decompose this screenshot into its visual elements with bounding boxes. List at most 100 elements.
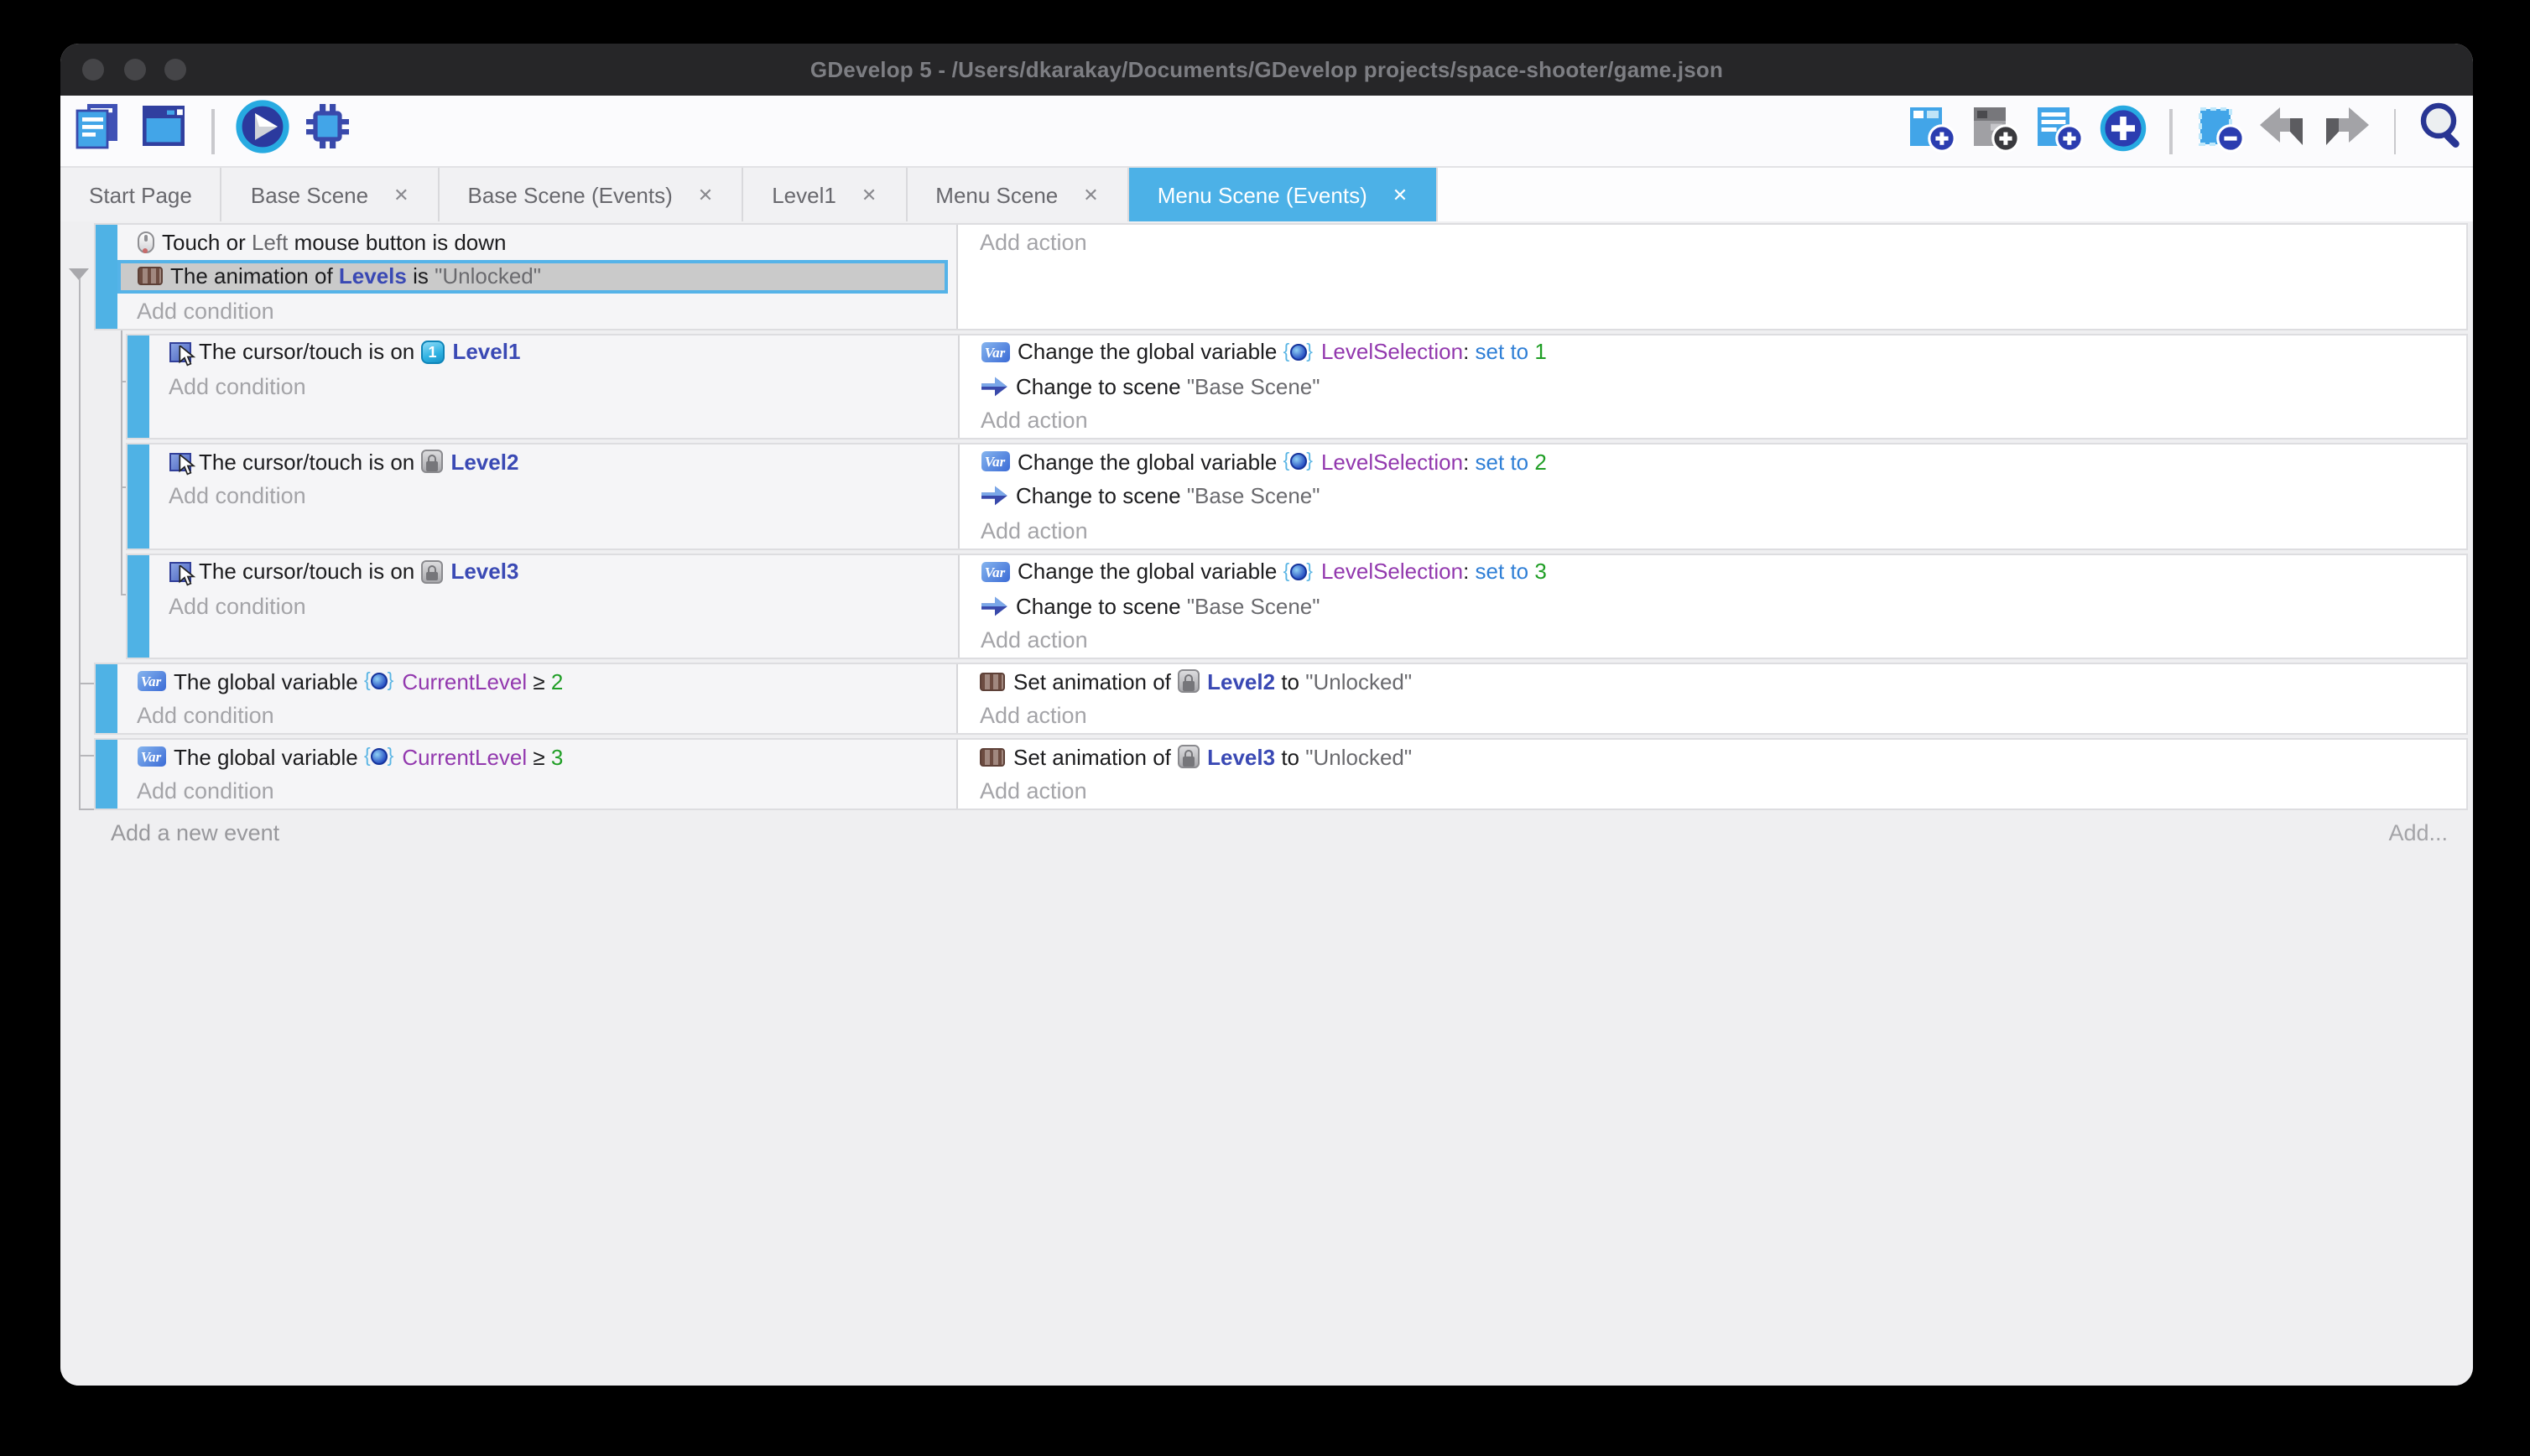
add-action-button[interactable]: Add action <box>959 403 2466 438</box>
text-segment: The global variable <box>174 745 364 770</box>
toolbar-right-group <box>1903 96 2471 168</box>
project-manager-button[interactable] <box>69 101 126 161</box>
condition-row[interactable]: The cursor/touch is on Level2 <box>148 445 957 479</box>
close-tab-icon[interactable]: ✕ <box>1083 184 1098 205</box>
add-new-event-button[interactable]: Add a new event <box>111 819 279 845</box>
add-condition-button[interactable]: Add condition <box>148 589 957 623</box>
tab-level1[interactable]: Level1✕ <box>743 168 907 221</box>
add-event-button[interactable] <box>1903 101 1960 162</box>
tab-base-scene[interactable]: Base Scene ✕ <box>222 168 440 221</box>
text-segment: 1 <box>1534 340 1546 365</box>
event-color-bar[interactable] <box>96 664 117 733</box>
undo-icon <box>2255 101 2310 162</box>
close-tab-icon[interactable]: ✕ <box>862 184 877 205</box>
redo-button[interactable] <box>2318 101 2375 162</box>
var-icon: Var <box>981 452 1009 472</box>
event-block: The cursor/touch is on 1Level1Add condit… <box>126 333 2468 439</box>
event-color-bar[interactable] <box>96 225 117 328</box>
tab-menu-scene[interactable]: Menu Scene✕ <box>907 168 1128 221</box>
text-segment: "Base Scene" <box>1187 484 1320 509</box>
text-segment: 3 <box>1534 559 1546 585</box>
add-comment-icon <box>2032 101 2085 162</box>
search-icon <box>2414 99 2471 164</box>
add-condition-button[interactable]: Add condition <box>148 479 957 513</box>
actions-cell: Set animation of Level2 to "Unlocked"Add… <box>958 664 2466 733</box>
actions-cell: Set animation of Level3 to "Unlocked"Add… <box>958 740 2466 809</box>
close-tab-icon[interactable]: ✕ <box>393 184 409 205</box>
condition-row[interactable]: The animation of Levels is "Unlocked" <box>117 259 948 294</box>
conditions-cell: VarThe global variable {}CurrentLevel ≥ … <box>117 664 958 733</box>
text-segment: set to <box>1476 559 1535 585</box>
minimize-window-button[interactable] <box>123 59 145 81</box>
add-action-button[interactable]: Add action <box>958 699 2466 733</box>
event-color-bar[interactable] <box>128 445 148 548</box>
titlebar: GDevelop 5 - /Users/dkarakay/Documents/G… <box>60 44 2473 96</box>
debug-button[interactable] <box>299 101 357 161</box>
condition-row[interactable]: Touch or Left mouse button is down <box>117 225 956 259</box>
add-action-button[interactable]: Add action <box>958 774 2466 809</box>
add-action-button[interactable]: Add action <box>958 225 2466 259</box>
close-tab-icon[interactable]: ✕ <box>698 184 713 205</box>
add-condition-button[interactable]: Add condition <box>117 774 956 809</box>
scene-editor-button[interactable] <box>134 101 191 161</box>
events-list: Touch or Left mouse button is downThe an… <box>60 221 2473 810</box>
close-tab-icon[interactable]: ✕ <box>1393 184 1408 205</box>
action-row[interactable]: Change to scene "Base Scene" <box>959 479 2466 513</box>
add-comment-button[interactable] <box>2030 101 2087 162</box>
event-color-bar[interactable] <box>128 554 148 658</box>
condition-row[interactable]: The cursor/touch is on Level3 <box>148 554 957 589</box>
add-action-button[interactable]: Add action <box>959 623 2466 658</box>
tab-label: Base Scene <box>251 182 368 207</box>
text-segment: : <box>1463 340 1475 365</box>
text-segment: Level2 <box>1207 669 1275 694</box>
tab-menu-scene-events[interactable]: Menu Scene (Events)✕ <box>1129 168 1438 221</box>
animation-icon <box>980 673 1005 691</box>
action-row[interactable]: Change to scene "Base Scene" <box>959 369 2466 403</box>
zoom-window-button[interactable] <box>164 59 186 81</box>
add-more-button[interactable]: Add... <box>2388 819 2448 845</box>
condition-row[interactable]: VarThe global variable {}CurrentLevel ≥ … <box>117 664 956 699</box>
action-row[interactable]: Change to scene "Base Scene" <box>959 589 2466 623</box>
var-icon: Var <box>137 672 165 692</box>
condition-row[interactable]: The cursor/touch is on 1Level1 <box>148 335 957 369</box>
close-window-button[interactable] <box>82 59 104 81</box>
conditions-cell: The cursor/touch is on Level2Add conditi… <box>148 445 959 548</box>
window-title: GDevelop 5 - /Users/dkarakay/Documents/G… <box>810 57 1723 82</box>
lock-icon <box>1177 746 1199 769</box>
debug-icon <box>299 97 357 164</box>
add-condition-button[interactable]: Add condition <box>148 369 957 403</box>
undo-button[interactable] <box>2254 101 2311 162</box>
lock-icon <box>420 560 442 584</box>
text-segment: Change the global variable <box>1018 340 1283 365</box>
action-row[interactable]: VarChange the global variable {}LevelSel… <box>959 335 2466 369</box>
add-condition-button[interactable]: Add condition <box>117 294 956 328</box>
lock-icon <box>1177 670 1199 694</box>
condition-row[interactable]: VarThe global variable {}CurrentLevel ≥ … <box>117 740 956 774</box>
text-segment: CurrentLevel <box>402 669 527 694</box>
text-segment: Left <box>252 230 288 255</box>
text-segment: The animation of <box>170 264 339 289</box>
add-new-button[interactable] <box>2094 101 2151 162</box>
event-color-bar[interactable] <box>96 740 117 809</box>
tab-base-scene-events[interactable]: Base Scene (Events)✕ <box>440 168 744 221</box>
conditions-cell: The cursor/touch is on 1Level1Add condit… <box>148 335 959 438</box>
add-subevent-button[interactable] <box>1966 101 2023 162</box>
event-color-bar[interactable] <box>128 335 148 438</box>
cursor-on-icon <box>169 562 190 581</box>
delete-event-button[interactable] <box>2190 101 2247 162</box>
action-row[interactable]: VarChange the global variable {}LevelSel… <box>959 445 2466 479</box>
add-condition-button[interactable]: Add condition <box>117 699 956 733</box>
action-row[interactable]: VarChange the global variable {}LevelSel… <box>959 554 2466 589</box>
action-row[interactable]: Set animation of Level2 to "Unlocked" <box>958 664 2466 699</box>
action-row[interactable]: Set animation of Level3 to "Unlocked" <box>958 740 2466 774</box>
tab-start-page[interactable]: Start Page <box>60 168 222 221</box>
cursor-on-icon <box>169 342 190 361</box>
play-button[interactable] <box>234 101 291 161</box>
actions-cell: VarChange the global variable {}LevelSel… <box>959 445 2466 548</box>
search-button[interactable] <box>2414 101 2471 162</box>
scene-arrow-icon <box>981 376 1007 398</box>
text-segment: to <box>1275 669 1305 694</box>
add-action-button[interactable]: Add action <box>959 513 2466 548</box>
screenshot-stage: GDevelop 5 - /Users/dkarakay/Documents/G… <box>0 0 2530 1456</box>
global-var-icon: {} <box>1283 564 1313 580</box>
